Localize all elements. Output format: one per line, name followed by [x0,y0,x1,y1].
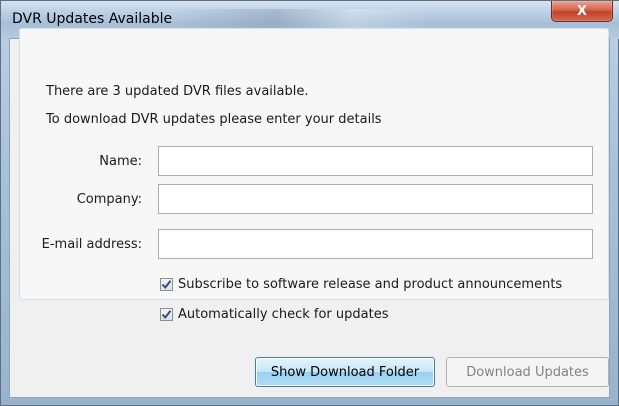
subscribe-label: Subscribe to software release and produc… [178,277,563,292]
autocheck-option[interactable]: Automatically check for updates [160,307,388,322]
email-label: E-mail address: [41,237,142,252]
subscribe-option[interactable]: Subscribe to software release and produc… [160,277,562,292]
company-label: Company: [76,192,142,207]
email-input[interactable] [158,229,593,259]
autocheck-checkbox[interactable] [160,308,173,321]
subscribe-checkbox[interactable] [160,278,173,291]
autocheck-label: Automatically check for updates [178,307,389,322]
available-updates-message: There are 3 updated DVR files available. [46,84,309,99]
company-input[interactable] [158,184,593,214]
close-icon: X [576,3,588,19]
window-title: DVR Updates Available [12,11,173,27]
name-input[interactable] [158,146,593,176]
download-updates-button[interactable]: Download Updates [446,357,609,387]
checkmark-icon [161,310,172,320]
show-download-folder-button[interactable]: Show Download Folder [255,357,435,387]
close-button[interactable]: X [551,1,613,22]
checkmark-icon [161,280,172,290]
instructions-message: To download DVR updates please enter you… [46,112,382,127]
name-label: Name: [99,154,142,169]
